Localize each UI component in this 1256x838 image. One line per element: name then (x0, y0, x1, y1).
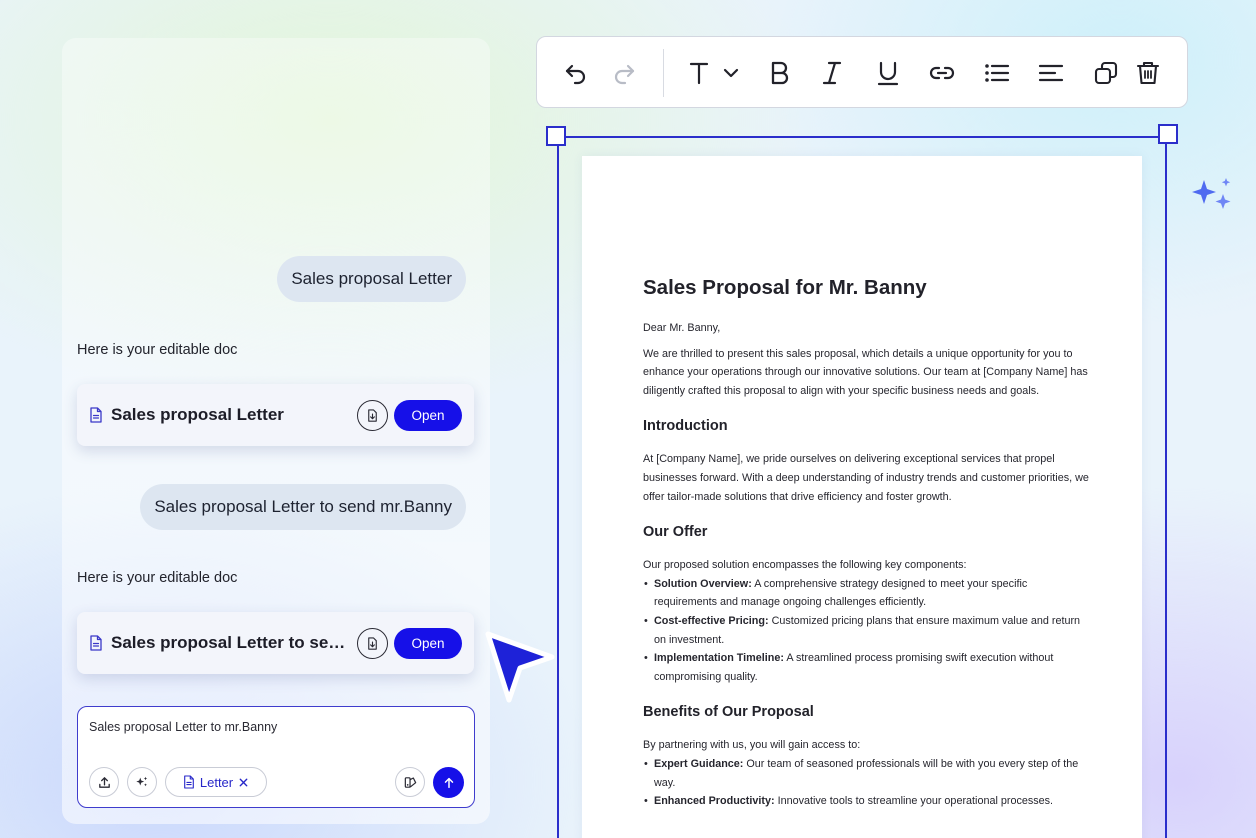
composer-input[interactable]: Sales proposal Letter to mr.Banny (89, 720, 277, 734)
align-left-icon (1038, 64, 1064, 82)
document-icon (90, 407, 102, 423)
offer-lead: Our proposed solution encompasses the fo… (643, 559, 967, 572)
document-page[interactable]: Sales Proposal for Mr. Banny Dear Mr. Ba… (582, 156, 1142, 838)
user-message: Sales proposal Letter (277, 256, 466, 302)
letter-tag-chip[interactable]: Letter (165, 767, 267, 797)
list-item-term: Cost-effective Pricing: (654, 614, 769, 627)
introduction-body: At [Company Name], we pride ourselves on… (643, 453, 1089, 503)
resize-handle-top-right[interactable] (1158, 124, 1178, 144)
open-button[interactable]: Open (394, 399, 462, 431)
document-content: Sales Proposal for Mr. Banny Dear Mr. Ba… (643, 276, 1093, 811)
redo-icon (614, 64, 635, 85)
text-style-icon (689, 62, 739, 85)
benefits-lead: By partnering with us, you will gain acc… (643, 739, 861, 752)
link-icon (929, 66, 955, 80)
redo-button[interactable] (608, 57, 640, 89)
underline-button[interactable] (872, 57, 904, 89)
formatting-toolbar (536, 36, 1188, 108)
underline-icon (877, 61, 899, 86)
doc-card[interactable]: Sales proposal Letter Open (77, 384, 474, 446)
section-heading-offer: Our Offer (643, 524, 708, 541)
delete-button[interactable] (1132, 57, 1164, 89)
doc-card-title: Sales proposal Letter to send mr.Banny (111, 633, 351, 652)
italic-icon (822, 61, 842, 85)
resize-handle-top-left[interactable] (546, 126, 566, 146)
assistant-message-text: Here is your editable doc (77, 570, 238, 586)
user-message-text: Sales proposal Letter (291, 269, 452, 288)
list-item-term: Expert Guidance: (654, 757, 744, 770)
italic-button[interactable] (816, 57, 848, 89)
download-button[interactable] (357, 399, 388, 431)
link-button[interactable] (926, 57, 958, 89)
benefits-list: Expert Guidance: Our team of seasoned pr… (643, 755, 1093, 811)
sparkle-icon (1192, 178, 1231, 209)
document-salutation: Dear Mr. Banny, (643, 322, 721, 334)
pointer-cursor-icon (485, 631, 555, 703)
send-button[interactable] (433, 767, 464, 798)
upload-icon (98, 776, 110, 788)
template-button[interactable] (395, 767, 425, 797)
list-item-term: Implementation Timeline: (654, 652, 784, 665)
document-title: Sales Proposal for Mr. Banny (643, 276, 927, 299)
list-item: Cost-effective Pricing: Customized prici… (643, 612, 1093, 649)
list-item-term: Enhanced Productivity: (654, 795, 775, 808)
trash-icon (1136, 61, 1160, 85)
arrow-up-icon (444, 777, 453, 788)
upload-button[interactable] (89, 767, 119, 797)
doc-card-title: Sales proposal Letter (111, 405, 284, 424)
doc-card[interactable]: Sales proposal Letter to send mr.Banny O… (77, 612, 474, 674)
undo-button[interactable] (560, 57, 592, 89)
ai-enhance-button[interactable] (127, 767, 157, 797)
chip-label: Letter (199, 774, 234, 790)
open-button[interactable]: Open (394, 627, 462, 659)
text-style-dropdown[interactable] (685, 57, 743, 89)
close-icon[interactable] (238, 777, 249, 788)
bold-icon (771, 61, 789, 85)
list-item: Expert Guidance: Our team of seasoned pr… (643, 755, 1093, 792)
download-icon (368, 408, 377, 422)
list-item-term: Solution Overview: (654, 577, 752, 590)
section-heading-benefits: Benefits of Our Proposal (643, 704, 814, 721)
chat-panel: Sales proposal Letter Here is your edita… (62, 38, 490, 824)
list-item-text: Innovative tools to streamline your oper… (774, 795, 1054, 808)
undo-icon (565, 64, 586, 85)
user-message: Sales proposal Letter to send mr.Banny (140, 484, 466, 530)
bullet-list-button[interactable] (981, 57, 1013, 89)
palette-icon (404, 776, 416, 788)
document-icon (184, 775, 194, 789)
assistant-message-text: Here is your editable doc (77, 342, 238, 358)
bold-button[interactable] (763, 57, 795, 89)
sparkle-icon (136, 776, 148, 787)
toolbar-divider (663, 49, 664, 97)
section-heading-introduction: Introduction (643, 418, 728, 435)
message-composer[interactable]: Sales proposal Letter to mr.Banny Letter (77, 706, 475, 808)
list-item: Implementation Timeline: A streamlined p… (643, 649, 1093, 686)
document-icon (90, 635, 102, 651)
offer-list: Solution Overview: A comprehensive strat… (643, 575, 1093, 687)
list-item: Solution Overview: A comprehensive strat… (643, 575, 1093, 612)
document-intro-paragraph: We are thrilled to present this sales pr… (643, 347, 1088, 397)
bullet-list-icon (985, 64, 1010, 82)
user-message-text: Sales proposal Letter to send mr.Banny (154, 497, 452, 516)
list-item: Enhanced Productivity: Innovative tools … (643, 792, 1093, 811)
align-left-button[interactable] (1035, 57, 1067, 89)
download-button[interactable] (357, 627, 388, 659)
duplicate-icon (1094, 61, 1118, 85)
download-icon (368, 636, 377, 650)
duplicate-button[interactable] (1090, 57, 1122, 89)
